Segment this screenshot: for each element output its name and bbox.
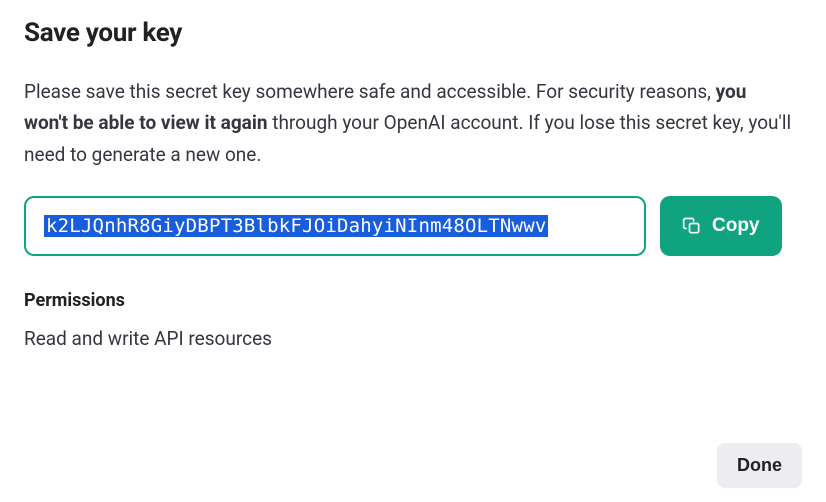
done-button[interactable]: Done (717, 443, 802, 488)
dialog-footer: Done (717, 443, 802, 488)
secret-key-value: k2LJQnhR8GiyDBPT3BlbkFJOiDahyiNInm48OLTN… (44, 215, 548, 237)
copy-icon (682, 216, 702, 236)
key-row: k2LJQnhR8GiyDBPT3BlbkFJOiDahyiNInm48OLTN… (24, 196, 802, 256)
dialog-title: Save your key (24, 18, 802, 48)
copy-button-label: Copy (712, 215, 760, 237)
dialog-description: Please save this secret key somewhere sa… (24, 76, 794, 170)
permissions-heading: Permissions (24, 290, 802, 311)
secret-key-field[interactable]: k2LJQnhR8GiyDBPT3BlbkFJOiDahyiNInm48OLTN… (24, 196, 646, 256)
permissions-value: Read and write API resources (24, 327, 802, 350)
copy-button[interactable]: Copy (660, 196, 782, 256)
description-text-1: Please save this secret key somewhere sa… (24, 80, 716, 103)
